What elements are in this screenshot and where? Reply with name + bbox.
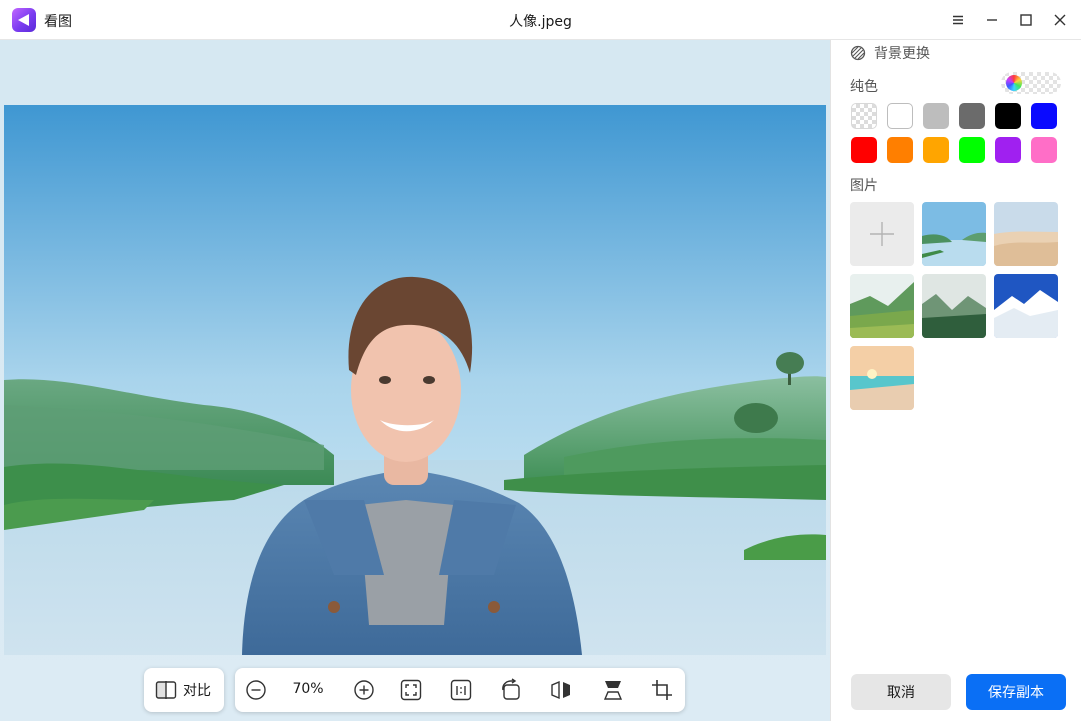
panel-header: 背景更换 [850, 43, 930, 63]
thumb-green-mountains[interactable] [850, 274, 914, 338]
compare-button[interactable]: 对比 [144, 668, 224, 712]
solid-color-label: 纯色 [850, 79, 878, 95]
image-canvas[interactable]: 对比 70% [0, 40, 830, 721]
swatch-dark-gray[interactable] [959, 103, 985, 129]
minimize-icon [987, 19, 997, 21]
image-label: 图片 [850, 178, 878, 194]
flip-vertical-icon [603, 681, 623, 700]
add-image-icon [870, 222, 894, 246]
swatch-green[interactable] [959, 137, 985, 163]
zoom-in-icon [354, 680, 374, 700]
close-button[interactable] [1048, 8, 1072, 32]
zoom-in-button[interactable] [352, 678, 376, 702]
flip-horizontal-icon [551, 680, 570, 700]
rotate-icon [502, 678, 520, 700]
view-toolbar: 70% [235, 668, 685, 712]
menu-icon [953, 15, 963, 25]
thumb-beach-sunset[interactable] [850, 346, 914, 410]
app-logo-icon [12, 8, 36, 32]
swatch-blue[interactable] [1031, 103, 1057, 129]
panel-title: 背景更换 [874, 46, 930, 62]
actual-size-icon [450, 679, 472, 701]
compare-icon [155, 681, 177, 699]
swatch-transparent[interactable] [851, 103, 877, 129]
swatch-purple[interactable] [995, 137, 1021, 163]
zoom-out-button[interactable] [244, 678, 268, 702]
fit-window-button[interactable] [399, 678, 423, 702]
window-title: 人像.jpeg [509, 14, 572, 30]
close-icon [1054, 14, 1066, 26]
maximize-icon [1020, 14, 1032, 26]
rotate-button[interactable] [499, 678, 523, 702]
swatch-orange[interactable] [887, 137, 913, 163]
swatch-pink[interactable] [1031, 137, 1057, 163]
cancel-button[interactable]: 取消 [851, 674, 951, 710]
swatch-black[interactable] [995, 103, 1021, 129]
title-bar: 看图 人像.jpeg [0, 0, 1081, 40]
minimize-button[interactable] [980, 8, 1004, 32]
app-name: 看图 [44, 14, 72, 30]
color-picker-button[interactable] [1001, 72, 1061, 94]
compare-label: 对比 [183, 683, 211, 699]
background-replace-icon [850, 45, 866, 61]
zoom-out-icon [246, 680, 266, 700]
swatch-amber[interactable] [923, 137, 949, 163]
swatch-red[interactable] [851, 137, 877, 163]
swatch-light-gray[interactable] [923, 103, 949, 129]
thumb-lake-hills[interactable] [922, 202, 986, 266]
zoom-level: 70% [292, 681, 324, 697]
thumb-snow-mountains[interactable] [994, 274, 1058, 338]
save-copy-button[interactable]: 保存副本 [966, 674, 1066, 710]
background-panel: 背景更换 纯色 图片 取消 保存副本 [830, 40, 1081, 721]
color-wheel-icon [1006, 75, 1022, 91]
swatch-white[interactable] [887, 103, 913, 129]
thumb-desert[interactable] [994, 202, 1058, 266]
actual-size-button[interactable] [449, 678, 473, 702]
thumb-forest-fog[interactable] [922, 274, 986, 338]
portrait-image [4, 105, 826, 655]
crop-button[interactable] [650, 678, 674, 702]
maximize-button[interactable] [1014, 8, 1038, 32]
flip-horizontal-button[interactable] [549, 678, 573, 702]
crop-icon [652, 680, 672, 700]
fit-window-icon [400, 679, 422, 701]
add-image-button[interactable] [850, 202, 914, 266]
menu-button[interactable] [946, 8, 970, 32]
flip-vertical-button[interactable] [601, 678, 625, 702]
